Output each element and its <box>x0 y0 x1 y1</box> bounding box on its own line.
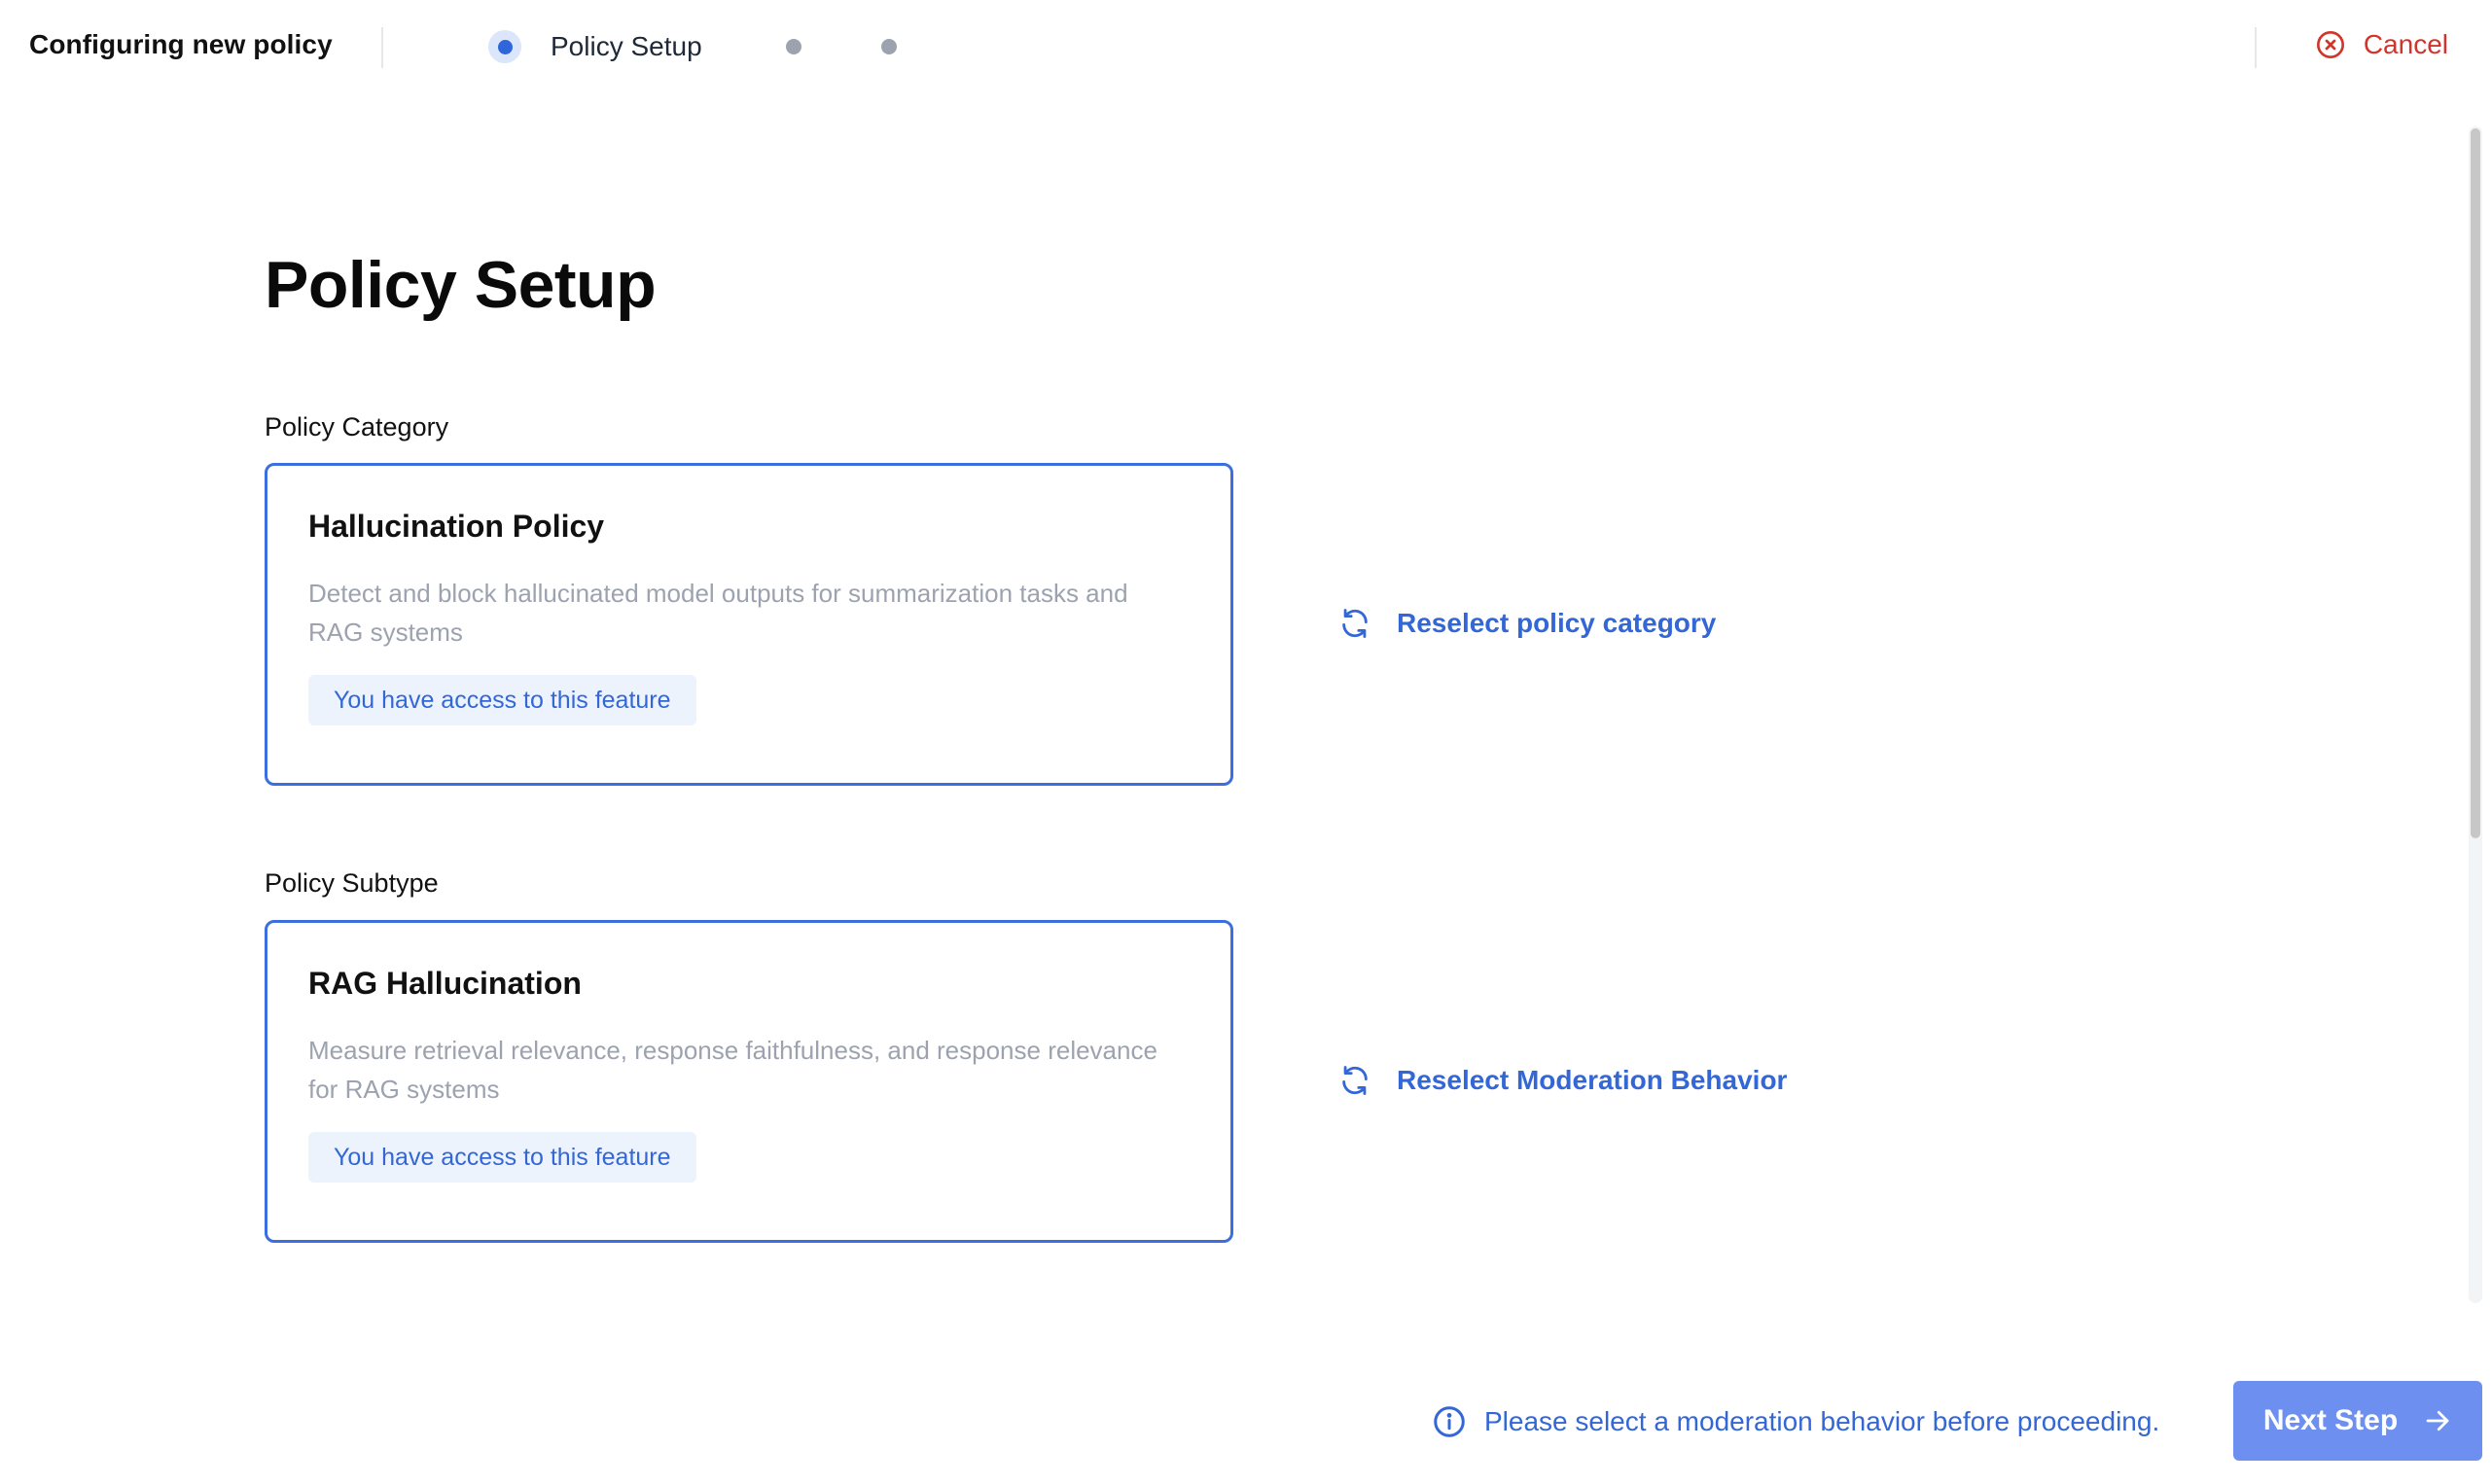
header-divider <box>381 27 383 68</box>
card-title: Hallucination Policy <box>308 509 605 544</box>
access-badge: You have access to this feature <box>308 1132 696 1183</box>
notice-text: Please select a moderation behavior befo… <box>1484 1406 2160 1436</box>
reselect-policy-category-button[interactable]: Reselect policy category <box>1338 607 1716 640</box>
reselect-label: Reselect Moderation Behavior <box>1397 1065 1788 1095</box>
x-circle-icon <box>2316 31 2344 58</box>
card-description: Measure retrieval relevance, response fa… <box>308 1036 1157 1104</box>
step-active-indicator <box>488 30 521 63</box>
card-description: Detect and block hallucinated model outp… <box>308 579 1128 647</box>
card-title: RAG Hallucination <box>308 966 582 1001</box>
step-pending-indicator <box>881 39 897 54</box>
reselect-label: Reselect policy category <box>1397 608 1717 638</box>
scrollbar-thumb[interactable] <box>2471 128 2480 838</box>
top-bar: Configuring new policy Policy Setup Canc… <box>0 0 2492 95</box>
access-badge: You have access to this feature <box>308 675 696 725</box>
reselect-moderation-behavior-button[interactable]: Reselect Moderation Behavior <box>1338 1064 1787 1097</box>
step-pending-indicator <box>786 39 801 54</box>
wizard-title: Configuring new policy <box>29 29 333 59</box>
next-step-label: Next Step <box>2262 1404 2399 1436</box>
cancel-button[interactable]: Cancel <box>2315 29 2448 60</box>
step-3[interactable] <box>881 39 897 54</box>
refresh-icon <box>1342 609 1368 638</box>
policy-category-card[interactable]: Hallucination Policy Detect and block ha… <box>265 463 1233 786</box>
header-divider <box>2255 27 2257 68</box>
policy-subtype-card[interactable]: RAG Hallucination Measure retrieval rele… <box>265 920 1233 1243</box>
step-2[interactable] <box>786 39 801 54</box>
validation-notice: Please select a moderation behavior befo… <box>1432 1404 2159 1439</box>
policy-category-label: Policy Category <box>265 412 449 442</box>
step-1-label: Policy Setup <box>551 31 702 61</box>
step-1[interactable]: Policy Setup <box>488 30 702 63</box>
cancel-label: Cancel <box>2363 29 2448 59</box>
next-step-button[interactable]: Next Step <box>2233 1381 2482 1461</box>
page-title: Policy Setup <box>265 248 657 322</box>
info-icon <box>1434 1406 1465 1437</box>
refresh-icon <box>1342 1066 1368 1095</box>
arrow-right-icon <box>2426 1410 2449 1431</box>
policy-subtype-label: Policy Subtype <box>265 868 439 898</box>
